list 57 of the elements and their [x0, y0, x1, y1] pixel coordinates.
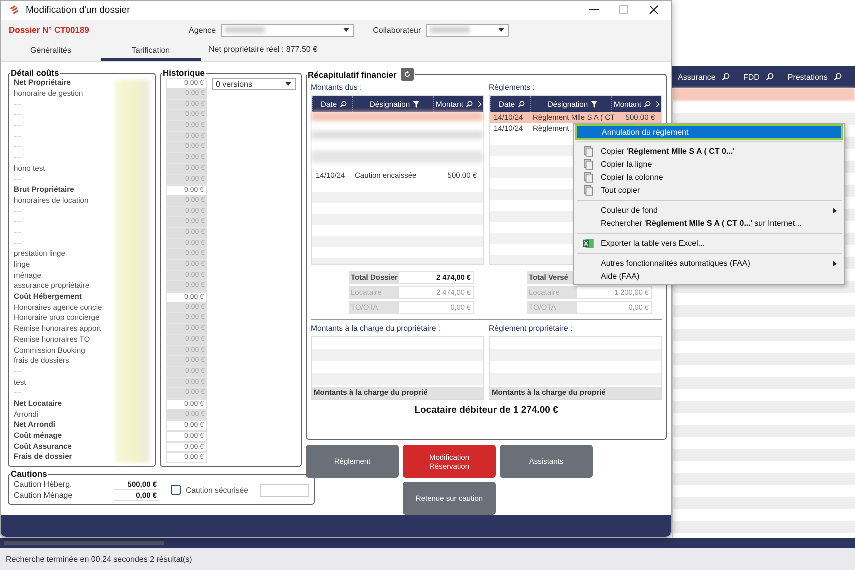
menu-item[interactable]: Aide (FAA) [576, 270, 842, 283]
collaborateur-label: Collaborateur [373, 26, 422, 35]
menu-item[interactable]: Tout copier [576, 184, 842, 197]
dossier-number: Dossier N° CT00189 [9, 25, 90, 36]
search-icon [722, 73, 730, 81]
copy-icon [584, 159, 593, 170]
group-title: Cautions [10, 469, 48, 480]
dropdown-value: 0 versions [216, 80, 252, 89]
menu-item[interactable]: Copier la colonne [576, 171, 842, 184]
menu-item[interactable]: Annulation du règlement [577, 126, 841, 138]
submenu-arrow-icon [833, 260, 837, 266]
search-icon [340, 100, 348, 108]
close-icon[interactable] [649, 5, 659, 16]
input-field[interactable] [260, 484, 310, 497]
deposit-label: Caution Héberg. [14, 480, 74, 490]
status-bar: Recherche terminée en 00.24 secondes 2 résultat(s) [0, 548, 855, 570]
refresh-button[interactable] [400, 68, 414, 82]
column-header[interactable]: Prestations [782, 72, 855, 82]
menu-item[interactable]: Exporter la table vers Excel... [576, 237, 842, 250]
refresh-icon [404, 71, 411, 78]
scrollbar[interactable] [4, 541, 164, 545]
group-title: Détail coûts [10, 68, 60, 78]
search-icon [644, 100, 652, 108]
menu-item[interactable]: Couleur de fond [576, 204, 842, 217]
group-title: Récapitulatif financier [308, 70, 397, 80]
caret-icon [498, 28, 506, 32]
checkbox[interactable] [171, 485, 181, 496]
filter-icon [591, 100, 598, 108]
tab[interactable]: Généralités [1, 43, 101, 62]
submenu-arrow-icon [833, 208, 837, 214]
versions-dropdown[interactable]: 0 versions [212, 78, 296, 90]
chevron-icon[interactable] [656, 100, 660, 108]
agence-label: Agence [189, 26, 216, 35]
column-header[interactable]: FDD [737, 72, 782, 82]
menu-item[interactable]: Autres fonctionnalités automatiques (FAA) [576, 257, 842, 270]
logo-icon [9, 5, 20, 16]
search-icon [466, 100, 474, 108]
menu-item[interactable]: Copier la ligne [576, 158, 842, 171]
menu-item[interactable]: Copier 'Règlement Mlle S A ( CT 0...' [576, 145, 842, 158]
search-icon [766, 73, 774, 81]
filter-icon [413, 100, 420, 108]
search-icon [518, 100, 526, 108]
deposit-label: Caution Ménage [14, 491, 74, 500]
menu-item[interactable]: Rechercher 'Règlement Mlle S A ( CT 0...' sur Internet... [576, 217, 842, 230]
group-title: Historique [162, 68, 206, 78]
copy-icon [584, 172, 593, 183]
net-owner-amount: Net propriétaire réel : 877.50 € [209, 44, 318, 54]
copy-icon [584, 146, 593, 157]
spreadsheet-icon [583, 239, 594, 248]
search-icon [834, 73, 842, 81]
balance-text: Locataire débiteur de 1 274.00 € [414, 405, 560, 416]
caret-icon [285, 82, 292, 86]
caret-icon [343, 28, 350, 32]
copy-icon [584, 185, 593, 196]
window-title: Modification d'un dossier [26, 4, 130, 16]
chevron-icon[interactable] [478, 100, 482, 108]
column-header[interactable]: Assurance [672, 72, 738, 82]
